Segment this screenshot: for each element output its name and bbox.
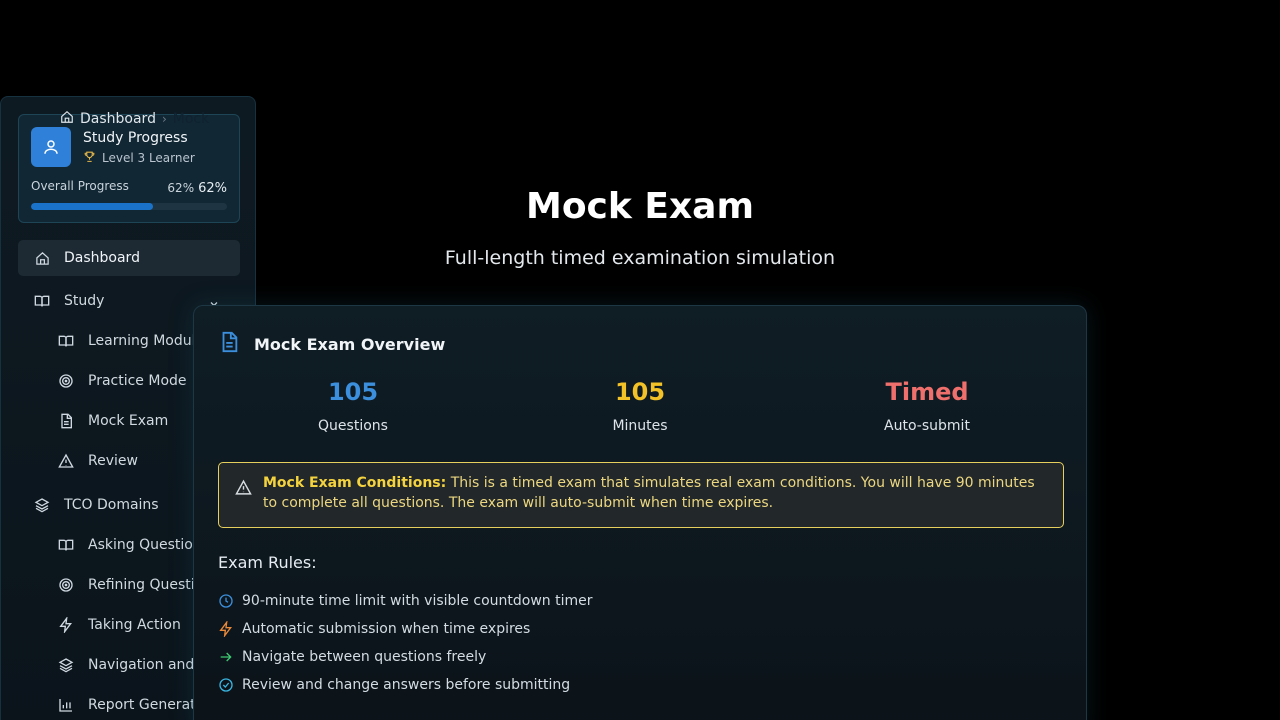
warning-icon (58, 453, 74, 469)
sidebar-item-label: Asking Questions (88, 537, 209, 553)
check-circle-icon (218, 677, 234, 693)
stat-label: Auto-submit (884, 418, 970, 434)
sidebar-item-label: Taking Action (88, 617, 181, 633)
target-icon (58, 577, 74, 593)
sidebar-item-navigation[interactable]: Navigation and ... (58, 657, 212, 673)
rule-item: Automatic submission when time expires (218, 621, 530, 637)
sidebar-item-label: Study (64, 293, 105, 309)
rule-item: 90-minute time limit with visible countd… (218, 593, 592, 609)
page-subtitle: Full-length timed examination simulation (444, 247, 836, 269)
lightning-icon (58, 617, 74, 633)
lightning-icon (218, 621, 234, 637)
warning-icon (235, 479, 252, 500)
sidebar-item-learning-modules[interactable]: Learning Modules (58, 333, 211, 349)
sidebar-item-label: Review (88, 453, 138, 469)
user-avatar-icon (31, 127, 71, 167)
sidebar-item-practice-mode[interactable]: Practice Mode (58, 373, 187, 389)
target-icon (58, 373, 74, 389)
document-icon (218, 330, 240, 358)
book-icon (58, 537, 74, 553)
sidebar-item-report-generation[interactable]: Report Generati... (58, 697, 213, 713)
level-text: Level 3 Learner (102, 151, 195, 165)
book-icon (58, 333, 74, 349)
sidebar-item-label: TCO Domains (64, 497, 159, 513)
arrow-right-icon (218, 649, 234, 665)
stat-label: Questions (318, 418, 388, 434)
breadcrumb-dashboard-link[interactable]: Dashboard (80, 111, 156, 127)
document-icon (58, 413, 74, 429)
rule-item: Review and change answers before submitt… (218, 677, 570, 693)
chevron-right-icon: › (161, 112, 167, 126)
overview-header: Mock Exam Overview (218, 330, 445, 358)
home-icon[interactable] (60, 110, 74, 128)
stat-timed: Timed Auto-submit (807, 378, 1047, 434)
stat-minutes: 105 Minutes (520, 378, 760, 434)
breadcrumb-current: Mock (172, 111, 210, 127)
stat-value: 105 (614, 378, 666, 406)
layers-icon (34, 497, 50, 513)
clock-icon (218, 593, 234, 609)
trophy-icon (83, 150, 96, 166)
stat-label: Minutes (612, 418, 668, 434)
sidebar-item-mock-exam[interactable]: Mock Exam (58, 413, 168, 429)
rule-text: Navigate between questions freely (242, 649, 487, 665)
breadcrumb: Dashboard › Mock (60, 110, 209, 128)
book-icon (34, 293, 50, 309)
rule-text: Review and change answers before submitt… (242, 677, 571, 693)
mock-exam-overview-card: Mock Exam Overview 105 Questions 105 Min… (193, 305, 1087, 720)
exam-conditions-alert: Mock Exam Conditions: This is a timed ex… (218, 462, 1064, 528)
bar-chart-icon (58, 697, 74, 713)
level-label: Level 3 Learner (83, 150, 195, 166)
exam-rules-heading: Exam Rules: (218, 553, 317, 572)
sidebar-item-taking-action[interactable]: Taking Action (58, 617, 181, 633)
progress-title: Study Progress (83, 130, 188, 146)
rule-text: 90-minute time limit with visible countd… (242, 593, 593, 609)
sidebar-item-tco-domains[interactable]: TCO Domains (34, 497, 159, 513)
rule-text: Automatic submission when time expires (242, 621, 531, 637)
stat-questions: 105 Questions (233, 378, 473, 434)
sidebar-item-study[interactable]: Study (34, 293, 104, 309)
stat-value: 105 (327, 378, 379, 406)
sidebar-item-asking-questions[interactable]: Asking Questions (58, 537, 209, 553)
alert-label: Mock Exam Conditions: (263, 475, 447, 491)
sidebar-item-review[interactable]: Review (58, 453, 138, 469)
overview-title: Mock Exam Overview (254, 334, 446, 354)
stat-value: Timed (885, 378, 969, 406)
layers-icon (58, 657, 74, 673)
page-title: Mock Exam (526, 186, 754, 227)
sidebar-item-label: Practice Mode (88, 373, 187, 389)
alert-text: Mock Exam Conditions: This is a timed ex… (263, 473, 1053, 513)
sidebar-item-label: Mock Exam (88, 413, 169, 429)
rule-item: Navigate between questions freely (218, 649, 486, 665)
